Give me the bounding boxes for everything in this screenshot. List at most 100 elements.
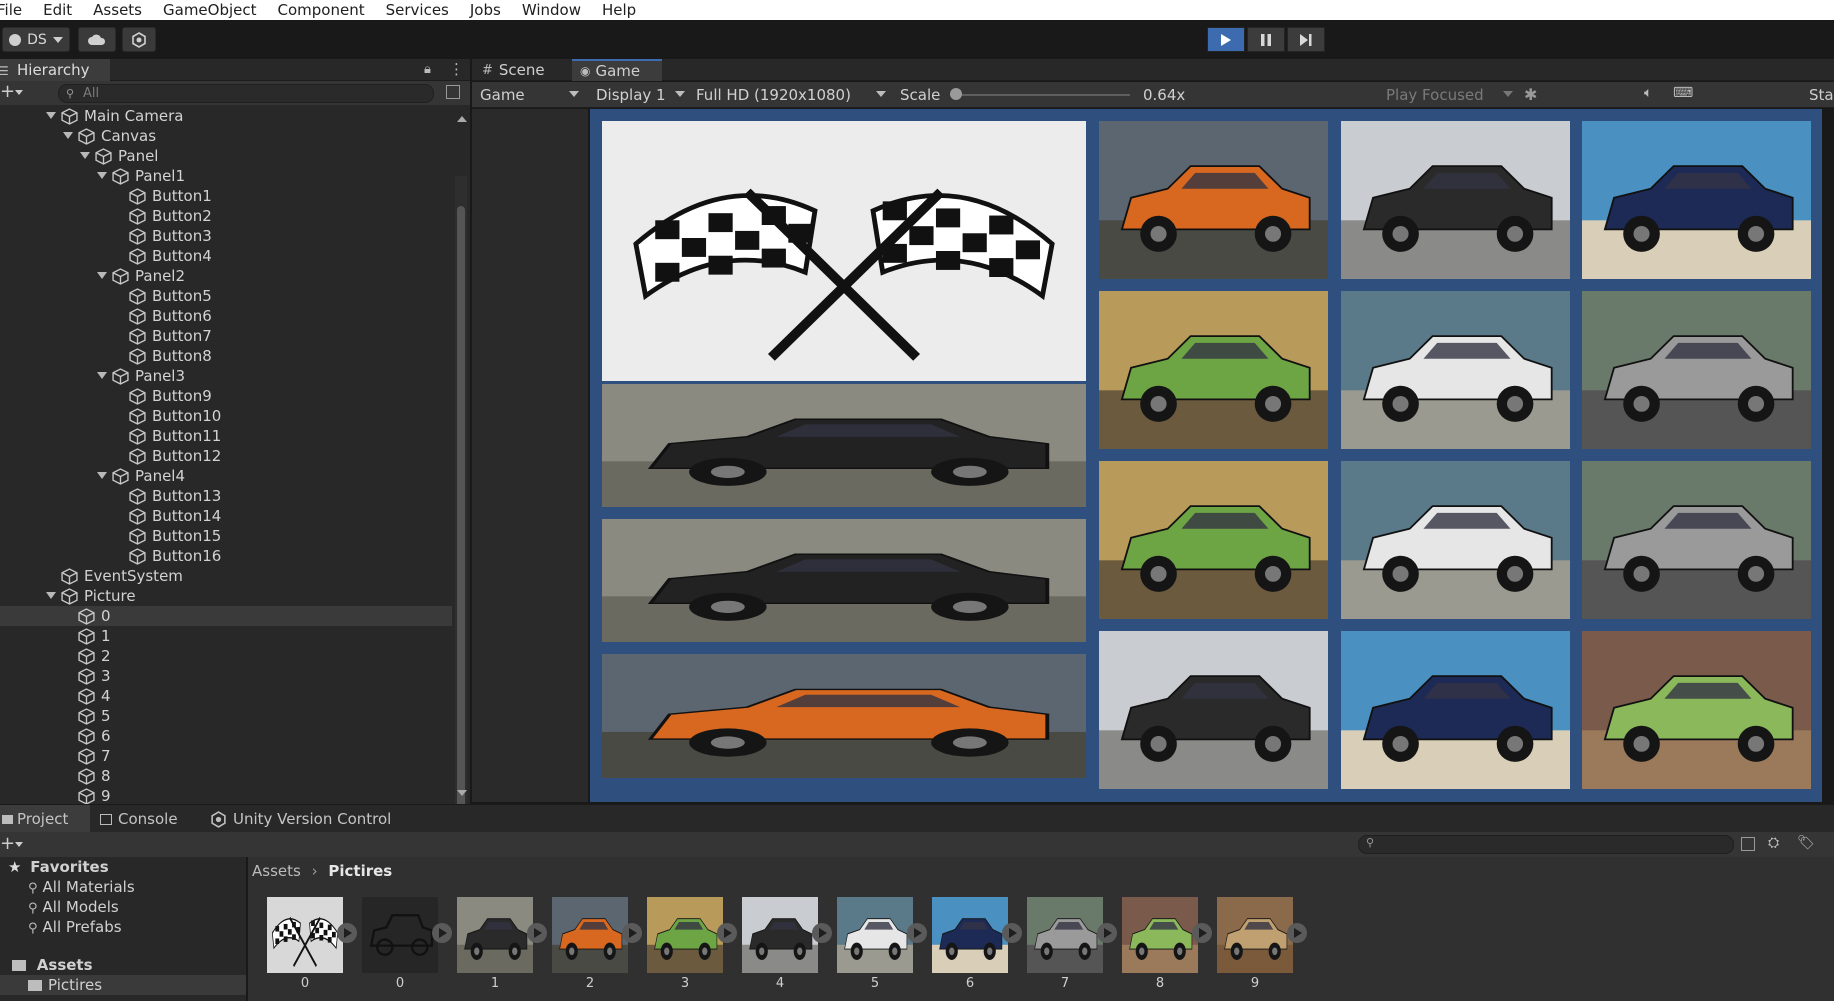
expand-sprite-icon[interactable] (527, 923, 547, 943)
expand-sprite-icon[interactable] (1192, 923, 1212, 943)
add-icon[interactable]: + (0, 81, 15, 102)
tab-project[interactable]: Project (0, 805, 90, 833)
game-image-black-jeep-2[interactable] (1099, 631, 1328, 789)
game-image-orange-truck[interactable] (1099, 121, 1328, 279)
menu-file[interactable]: File (0, 1, 22, 19)
hierarchy-item-panel1[interactable]: Panel1 (0, 166, 452, 186)
hierarchy-item-panel4[interactable]: Panel4 (0, 466, 452, 486)
menu-edit[interactable]: Edit (43, 1, 72, 19)
tab-hierarchy[interactable]: ☰ Hierarchy (0, 59, 110, 81)
search-scope-icon[interactable] (446, 85, 460, 99)
hierarchy-item-button15[interactable]: Button15 (0, 526, 452, 546)
bug-icon[interactable]: ✱ (1524, 85, 1537, 104)
scale-slider[interactable] (950, 94, 1130, 96)
hierarchy-item-button11[interactable]: Button11 (0, 426, 452, 446)
hierarchy-item-canvas[interactable]: Canvas (0, 126, 452, 146)
expand-sprite-icon[interactable] (1097, 923, 1117, 943)
favorites-header[interactable]: ★ Favorites (8, 857, 109, 877)
chevron-down-icon[interactable] (15, 90, 23, 95)
favorite-item[interactable]: ⚲ All Materials (28, 877, 135, 897)
breadcrumb-root[interactable]: Assets (252, 862, 301, 880)
hierarchy-item-button8[interactable]: Button8 (0, 346, 452, 366)
play-focused-dropdown[interactable]: Play Focused (1382, 84, 1484, 106)
scroll-down-icon[interactable] (457, 790, 467, 796)
asset-thumbnail[interactable] (457, 897, 533, 973)
expand-arrow-icon[interactable] (97, 272, 107, 279)
expand-arrow-icon[interactable] (46, 592, 56, 599)
expand-arrow-icon[interactable] (46, 112, 56, 119)
tab-version-control[interactable]: Unity Version Control (210, 805, 391, 833)
hierarchy-item-0[interactable]: 0 (0, 606, 452, 626)
game-image-black-jeep-1[interactable] (1341, 121, 1570, 279)
hierarchy-item-panel2[interactable]: Panel2 (0, 266, 452, 286)
breadcrumb-current[interactable]: Pictires (328, 862, 392, 880)
hierarchy-item-button4[interactable]: Button4 (0, 246, 452, 266)
game-image-orange-stretched[interactable] (602, 654, 1086, 778)
game-image-blue-suv-1[interactable] (1582, 121, 1811, 279)
expand-arrow-icon[interactable] (97, 472, 107, 479)
hierarchy-item-button10[interactable]: Button10 (0, 406, 452, 426)
project-search-input[interactable]: ⚲ (1358, 835, 1734, 854)
cloud-button[interactable] (78, 27, 116, 52)
assets-header[interactable]: Assets (0, 955, 246, 975)
hierarchy-item-button1[interactable]: Button1 (0, 186, 452, 206)
resolution-dropdown[interactable]: Full HD (1920x1080) (692, 84, 867, 106)
play-button[interactable] (1207, 27, 1245, 52)
hierarchy-item-button12[interactable]: Button12 (0, 446, 452, 466)
asset-thumbnail[interactable] (552, 897, 628, 973)
hierarchy-item-9[interactable]: 9 (0, 786, 452, 806)
expand-sprite-icon[interactable] (1287, 923, 1307, 943)
filter-type-icon[interactable]: ⛭ (1768, 835, 1779, 851)
menu-help[interactable]: Help (602, 1, 636, 19)
tab-console[interactable]: Console (100, 805, 178, 833)
hierarchy-item-button2[interactable]: Button2 (0, 206, 452, 226)
expand-arrow-icon[interactable] (97, 372, 107, 379)
hierarchy-item-button13[interactable]: Button13 (0, 486, 452, 506)
lock-icon[interactable]: 🔒︎ (424, 62, 431, 77)
hierarchy-item-panel3[interactable]: Panel3 (0, 366, 452, 386)
game-image-silver-suv-2[interactable] (1582, 461, 1811, 619)
game-image-flags[interactable] (602, 121, 1086, 381)
asset-thumbnail[interactable] (1122, 897, 1198, 973)
game-image-jeep-stretched-2[interactable] (602, 519, 1086, 642)
search-scope-icon[interactable] (1741, 837, 1755, 851)
scale-slider-handle[interactable] (950, 88, 962, 100)
add-icon[interactable]: + (0, 833, 15, 854)
expand-arrow-icon[interactable] (80, 152, 90, 159)
expand-sprite-icon[interactable] (622, 923, 642, 943)
hierarchy-item-button16[interactable]: Button16 (0, 546, 452, 566)
hierarchy-item-button5[interactable]: Button5 (0, 286, 452, 306)
asset-thumbnail[interactable] (1217, 897, 1293, 973)
expand-sprite-icon[interactable] (717, 923, 737, 943)
expand-arrow-icon[interactable] (97, 172, 107, 179)
hierarchy-scroll-thumb[interactable] (457, 206, 465, 841)
asset-thumbnail[interactable] (362, 897, 438, 973)
hierarchy-search-input[interactable]: ⚲ All (58, 84, 434, 103)
hierarchy-item-5[interactable]: 5 (0, 706, 452, 726)
kebab-menu-icon[interactable]: ⋮ (449, 60, 464, 78)
game-image-jeep-stretched-1[interactable] (602, 384, 1086, 507)
asset-thumbnail[interactable] (647, 897, 723, 973)
menu-window[interactable]: Window (522, 1, 581, 19)
menu-services[interactable]: Services (386, 1, 449, 19)
expand-arrow-icon[interactable] (63, 132, 73, 139)
label-icon[interactable]: 🏷︎ (1797, 835, 1815, 851)
tab-scene[interactable]: # Scene (482, 59, 577, 81)
expand-sprite-icon[interactable] (1002, 923, 1022, 943)
hierarchy-item-eventsystem[interactable]: EventSystem (0, 566, 452, 586)
collab-button[interactable] (122, 27, 156, 52)
folder-item[interactable]: Pictires (0, 975, 246, 995)
asset-thumbnail[interactable] (742, 897, 818, 973)
expand-sprite-icon[interactable] (432, 923, 452, 943)
favorite-item[interactable]: ⚲ All Models (28, 897, 119, 917)
asset-thumbnail[interactable] (1027, 897, 1103, 973)
scroll-up-icon[interactable] (457, 116, 467, 122)
chevron-down-icon[interactable] (15, 842, 23, 847)
hierarchy-item-2[interactable]: 2 (0, 646, 452, 666)
game-image-white-suv-2[interactable] (1341, 461, 1570, 619)
hierarchy-item-button14[interactable]: Button14 (0, 506, 452, 526)
pause-button[interactable] (1247, 27, 1285, 52)
keyboard-icon[interactable]: ⌨ (1673, 85, 1693, 101)
expand-sprite-icon[interactable] (812, 923, 832, 943)
game-image-silver-suv-1[interactable] (1582, 291, 1811, 449)
